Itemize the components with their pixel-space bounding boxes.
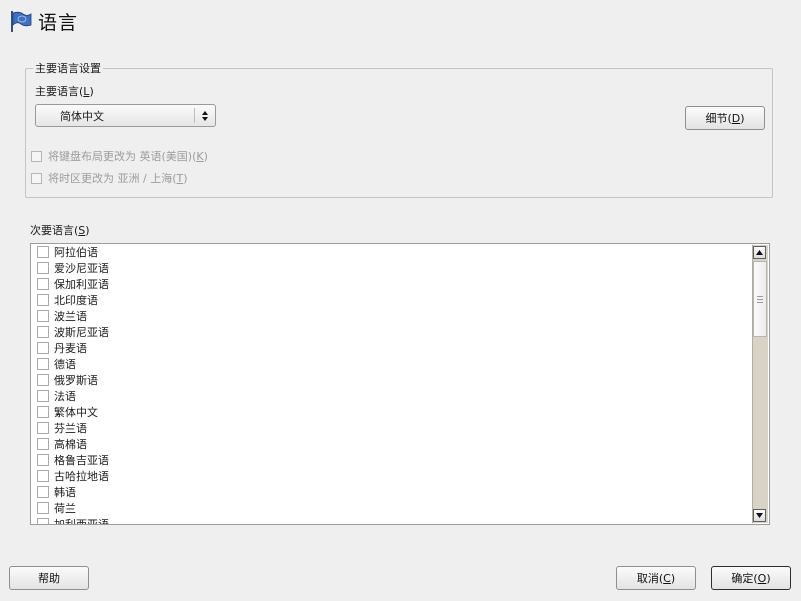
language-item[interactable]: 波兰语 [31,308,752,324]
timezone-checkbox[interactable]: 将时区更改为 亚洲 / 上海(T) [31,170,188,186]
group-title: 主要语言设置 [33,60,103,76]
checkbox[interactable] [37,374,49,386]
language-item[interactable]: 北印度语 [31,292,752,308]
help-button[interactable]: 帮助 [9,566,89,590]
language-item[interactable]: 格鲁吉亚语 [31,452,752,468]
checkbox[interactable] [37,246,49,258]
language-label: 法语 [54,390,76,403]
checkbox[interactable] [31,150,42,162]
page-title: 语言 [38,11,79,34]
language-label: 保加利亚语 [54,278,109,291]
language-label: 丹麦语 [54,342,87,355]
checkbox[interactable] [37,422,49,434]
language-label: 爱沙尼亚语 [54,262,109,275]
language-label: 芬兰语 [54,422,87,435]
language-item[interactable]: 爱沙尼亚语 [31,260,752,276]
language-item[interactable]: 阿拉伯语 [31,244,752,260]
primary-language-select[interactable]: 简体中文 [35,104,216,127]
checkbox[interactable] [37,454,49,466]
language-label: 波兰语 [54,310,87,323]
language-item[interactable]: 波斯尼亚语 [31,324,752,340]
checkbox[interactable] [37,294,49,306]
language-item[interactable]: 荷兰 [31,500,752,516]
language-label: 波斯尼亚语 [54,326,109,339]
checkbox[interactable] [37,390,49,402]
flag-icon [11,11,32,32]
page-header: 语言 [8,8,78,34]
keyboard-layout-label: 将键盘布局更改为 英语(美国)(K) [48,150,208,163]
scrollbar-thumb[interactable] [753,261,767,337]
checkbox[interactable] [37,278,49,290]
checkbox[interactable] [37,326,49,338]
language-item[interactable]: 芬兰语 [31,420,752,436]
language-label: 加利西亚语 [54,516,109,524]
scroll-down-button[interactable] [753,509,766,522]
language-label: 高棉语 [54,438,87,451]
primary-language-group: 主要语言设置 主要语言(L) 简体中文 细节(D) 将键盘布局更改为 英语(美国… [25,60,773,198]
language-label: 俄罗斯语 [54,374,98,387]
ok-button[interactable]: 确定(O) [711,566,791,590]
language-item[interactable]: 古哈拉地语 [31,468,752,484]
secondary-languages-label: 次要语言(S) [30,224,90,237]
details-button[interactable]: 细节(D) [685,106,765,130]
primary-language-value: 简体中文 [60,109,104,123]
language-label: 北印度语 [54,294,98,307]
arrow-up-icon [756,250,763,255]
language-item[interactable]: 法语 [31,388,752,404]
vertical-scrollbar[interactable] [752,245,768,523]
language-item[interactable]: 俄罗斯语 [31,372,752,388]
keyboard-layout-checkbox[interactable]: 将键盘布局更改为 英语(美国)(K) [31,148,208,164]
secondary-languages-list[interactable]: 阿拉伯语爱沙尼亚语保加利亚语北印度语波兰语波斯尼亚语丹麦语德语俄罗斯语法语繁体中… [30,243,770,525]
language-label: 荷兰 [54,502,76,515]
cancel-button[interactable]: 取消(C) [616,566,696,590]
language-item[interactable]: 韩语 [31,484,752,500]
primary-language-label: 主要语言(L) [35,85,94,98]
checkbox[interactable] [37,406,49,418]
checkbox[interactable] [37,486,49,498]
language-label: 阿拉伯语 [54,246,98,259]
language-label: 韩语 [54,486,76,499]
checkbox[interactable] [37,342,49,354]
arrow-down-icon [756,513,763,518]
language-item[interactable]: 丹麦语 [31,340,752,356]
language-item[interactable]: 保加利亚语 [31,276,752,292]
up-down-arrows-icon [195,105,215,126]
checkbox[interactable] [37,518,49,524]
language-label: 德语 [54,358,76,371]
language-item[interactable]: 加利西亚语 [31,516,752,524]
checkbox[interactable] [37,310,49,322]
language-label: 格鲁吉亚语 [54,454,109,467]
language-item[interactable]: 德语 [31,356,752,372]
checkbox[interactable] [37,438,49,450]
timezone-label: 将时区更改为 亚洲 / 上海(T) [48,172,188,185]
language-item[interactable]: 繁体中文 [31,404,752,420]
language-label: 繁体中文 [54,406,98,419]
language-items: 阿拉伯语爱沙尼亚语保加利亚语北印度语波兰语波斯尼亚语丹麦语德语俄罗斯语法语繁体中… [31,244,752,524]
checkbox[interactable] [37,470,49,482]
checkbox[interactable] [31,172,42,184]
scroll-up-button[interactable] [753,246,766,259]
checkbox[interactable] [37,262,49,274]
checkbox[interactable] [37,502,49,514]
language-item[interactable]: 高棉语 [31,436,752,452]
language-label: 古哈拉地语 [54,470,109,483]
checkbox[interactable] [37,358,49,370]
